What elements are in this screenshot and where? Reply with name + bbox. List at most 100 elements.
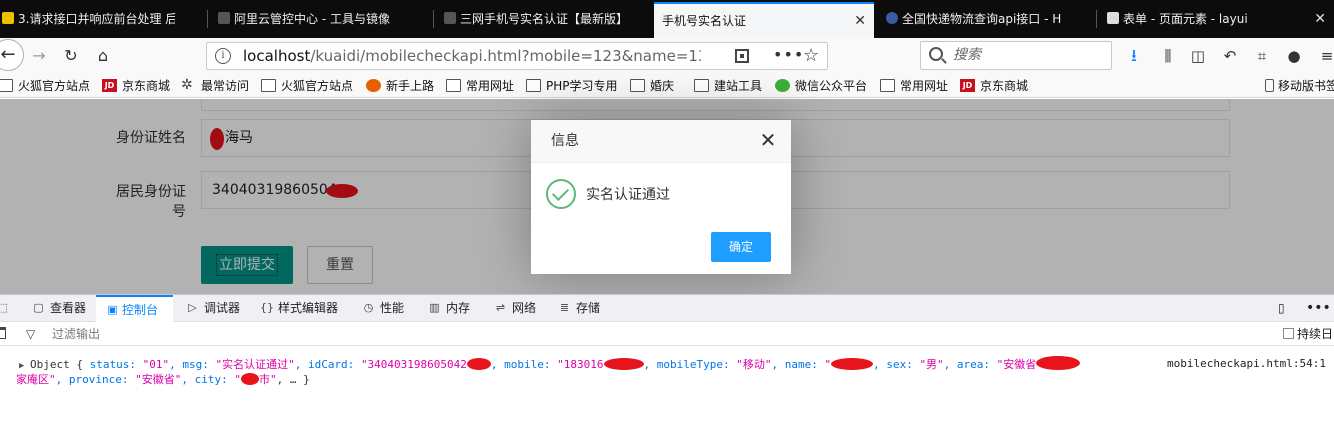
- forward-icon[interactable]: →: [28, 45, 50, 67]
- dock-icon[interactable]: ▯: [1278, 295, 1285, 322]
- tab-title: 表单 - 页面元素 - layui: [1123, 12, 1248, 26]
- log-value: "移动": [736, 358, 772, 371]
- bookmark-label: 火狐官方站点: [281, 79, 354, 93]
- screenshot-icon[interactable]: ⌗: [1251, 46, 1273, 68]
- bookmark-label: 微信公众平台: [795, 79, 868, 93]
- bookmark-item[interactable]: ✲ 最常访问: [181, 77, 249, 95]
- devtools-tab-bar: ⬚ ▢ 查看器 ▣ 控制台 ▷ 调试器 {} 样式编辑器 ◷ 性能 ▥ 内存 ⇌ 网络 ≣ 存储…: [0, 294, 1334, 322]
- devtools-tab-label: 存储: [576, 301, 601, 315]
- jd-icon: JD: [102, 79, 117, 92]
- library-icon[interactable]: ⫼: [1157, 46, 1179, 68]
- log-value: "340403198605042: [360, 358, 467, 371]
- url-bar[interactable]: i localhost/kuaidi/mobilecheckapi.html?m…: [206, 42, 828, 70]
- ok-button[interactable]: 确定: [711, 232, 771, 262]
- dialog-title: 信息: [551, 133, 579, 149]
- tab-favicon-icon: [218, 12, 230, 24]
- bookmark-item[interactable]: 常用网址: [880, 77, 948, 95]
- bookmark-item[interactable]: 微信公众平台: [775, 77, 867, 95]
- back-icon[interactable]: ←: [0, 39, 24, 71]
- log-source-link[interactable]: mobilecheckapi.html:54:1: [1167, 356, 1326, 372]
- qr-code-icon[interactable]: [735, 49, 749, 63]
- console-icon: ▣: [107, 303, 118, 316]
- log-key: , mobile:: [490, 358, 558, 371]
- log-value: "183016: [557, 358, 604, 371]
- chat-icon[interactable]: ●: [1283, 46, 1305, 68]
- browser-tab[interactable]: 全国快递物流查询api接口 - Hi: [884, 4, 1092, 34]
- persist-label: 持续日: [1297, 327, 1334, 341]
- devtools-tab-label: 样式编辑器: [278, 301, 339, 315]
- browser-tab[interactable]: 表单 - 页面元素 - layui ✕: [1105, 4, 1334, 34]
- tab-performance[interactable]: ◷ 性能: [360, 295, 404, 322]
- log-key: , idCard:: [294, 358, 361, 371]
- pick-element-icon[interactable]: ⬚: [0, 295, 14, 322]
- log-key: , sex:: [873, 358, 920, 371]
- close-icon[interactable]: ✕: [757, 129, 779, 151]
- log-value: "男": [919, 358, 944, 371]
- log-line-1: Object { status: "01", msg: "实名认证通过", id…: [30, 356, 1160, 373]
- browser-tab-active[interactable]: 手机号实名认证 ✕: [654, 2, 874, 38]
- sidebar-icon[interactable]: ◫: [1187, 46, 1209, 68]
- tab-storage[interactable]: ≣ 存储: [556, 295, 600, 322]
- bookmark-item[interactable]: 新手上路: [366, 77, 434, 95]
- site-info-icon[interactable]: i: [215, 48, 231, 64]
- dialog-message: 实名认证通过: [586, 187, 670, 203]
- mobile-bookmarks[interactable]: 移动版书签: [1262, 77, 1334, 95]
- log-key: , area:: [943, 358, 997, 371]
- network-icon: ⇌: [495, 301, 506, 314]
- bookmark-item[interactable]: 常用网址: [446, 77, 514, 95]
- home-icon[interactable]: ⌂: [92, 45, 114, 67]
- url-text[interactable]: localhost/kuaidi/mobilecheckapi.html?mob…: [243, 43, 701, 69]
- devtools-menu-icon[interactable]: •••: [1306, 295, 1331, 322]
- tab-favicon-icon: [2, 12, 14, 24]
- tab-memory[interactable]: ▥ 内存: [426, 295, 470, 322]
- url-host: localhost: [243, 47, 311, 65]
- persist-logs-checkbox[interactable]: 持续日: [1283, 322, 1333, 346]
- tab-favicon-icon: [444, 12, 456, 24]
- bookmark-item[interactable]: PHP学习专用: [526, 77, 618, 95]
- filter-input[interactable]: 过滤输出: [52, 322, 100, 346]
- browser-tab[interactable]: 3.请求接口并响应前台处理 后端: [0, 4, 205, 34]
- page-actions-icon[interactable]: •••: [773, 43, 804, 67]
- bookmarks-toolbar: 火狐官方站点 JD 京东商城 ✲ 最常访问 火狐官方站点 新手上路 常用网址 PHP…: [0, 74, 1334, 98]
- bookmark-item[interactable]: JD 京东商城: [960, 77, 1028, 95]
- bookmark-item[interactable]: 婚庆: [630, 77, 674, 95]
- folder-icon: [694, 79, 709, 92]
- tab-debugger[interactable]: ▷ 调试器: [184, 295, 240, 322]
- redaction-mark: [603, 358, 644, 370]
- browser-tab[interactable]: 阿里云管控中心 - 工具与镜像: [216, 4, 431, 34]
- folder-icon: [630, 79, 645, 92]
- bookmark-item[interactable]: 火狐官方站点: [261, 77, 353, 95]
- reload-icon[interactable]: ↻: [60, 45, 82, 67]
- download-icon[interactable]: ⭳: [1123, 46, 1145, 68]
- log-key: , mobileType:: [643, 358, 737, 371]
- bookmark-item[interactable]: JD 京东商城: [102, 77, 170, 95]
- checkbox-icon: [1283, 328, 1294, 339]
- bookmark-item[interactable]: 火狐官方站点: [0, 77, 90, 95]
- tab-network[interactable]: ⇌ 网络: [492, 295, 536, 322]
- tab-favicon-icon: [1107, 12, 1119, 24]
- overflow-menu-icon[interactable]: ≡: [1316, 46, 1334, 68]
- close-tab-icon[interactable]: ✕: [854, 4, 866, 38]
- tab-title: 阿里云管控中心 - 工具与镜像: [234, 12, 390, 26]
- gear-icon: ✲: [181, 77, 193, 93]
- bookmark-label: 京东商城: [122, 79, 171, 93]
- tab-bar: 3.请求接口并响应前台处理 后端 阿里云管控中心 - 工具与镜像 三网手机号实名…: [0, 0, 1334, 38]
- search-bar[interactable]: 搜索: [920, 41, 1112, 70]
- log-value: 家庵区": [16, 373, 56, 386]
- tab-console[interactable]: ▣ 控制台: [96, 295, 173, 322]
- undo-icon[interactable]: ↶: [1219, 46, 1241, 68]
- clear-console-icon[interactable]: [0, 327, 6, 339]
- success-check-icon: [546, 179, 576, 209]
- bookmark-item[interactable]: 建站工具: [694, 77, 762, 95]
- redaction-mark: [831, 358, 874, 370]
- close-tab-icon[interactable]: ✕: [1314, 4, 1326, 34]
- tab-style-editor[interactable]: {} 样式编辑器: [258, 295, 338, 322]
- bookmark-label: 婚庆: [650, 79, 675, 93]
- log-text: , … }: [276, 373, 310, 386]
- tab-inspector[interactable]: ▢ 查看器: [30, 295, 86, 322]
- wechat-icon: [775, 79, 790, 92]
- bookmark-star-icon[interactable]: ☆: [803, 44, 819, 68]
- devtools-tab-label: 控制台: [122, 303, 159, 317]
- browser-tab[interactable]: 三网手机号实名认证【最新版】: [442, 4, 652, 34]
- memory-icon: ▥: [429, 301, 440, 314]
